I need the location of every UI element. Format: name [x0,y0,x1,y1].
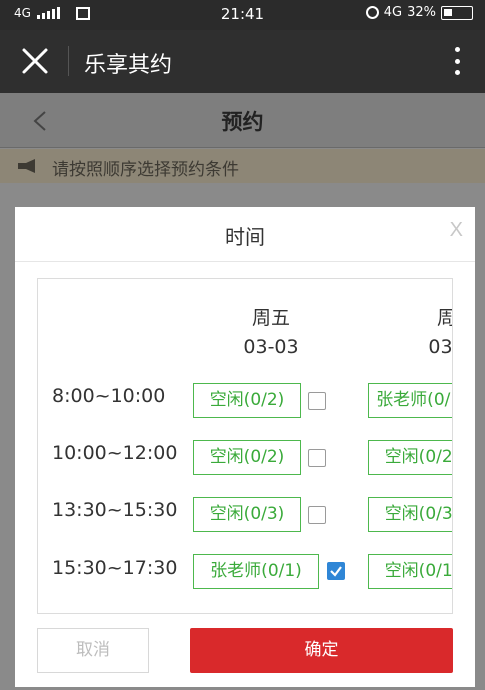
day-weekday: 周六 [406,304,452,333]
day-date: 03-03 [243,336,299,358]
slot-time: 8:00~10:00 [52,385,166,407]
page-title: 预约 [221,110,264,134]
slot-button[interactable]: 空闲(0/3) [368,497,452,532]
more-dot-icon [454,70,460,75]
more-dot-icon [454,47,460,52]
slot-button[interactable]: 空闲(0/2) [193,383,301,418]
notice-text: 请按照顺序选择预约条件 [52,160,239,180]
slot-time: 15:30~17:30 [52,557,178,579]
modal-close-button[interactable]: X [450,219,463,242]
time-picker-modal: 时间 X 周五 03-03 周六 03-04 8:00~10:00 空闲(0/2… [15,207,475,687]
alarm-icon [365,6,379,19]
slot-time: 10:00~12:00 [52,442,178,464]
slot-checkbox[interactable] [327,562,345,580]
more-menu-button[interactable] [443,42,471,80]
cancel-button[interactable]: 取消 [37,628,149,673]
app-header: 乐享其约 [0,30,485,93]
day-weekday: 周五 [251,307,290,329]
slot-time: 13:30~15:30 [52,499,178,521]
status-bar: 4G 21:41 4G 32% [0,0,485,30]
time-slot-table: 周五 03-03 周六 03-04 8:00~10:00 空闲(0/2) 张老师… [37,278,453,614]
right-network-label: 4G [383,5,403,20]
checkmark-icon [330,566,342,577]
slot-checkbox[interactable] [308,449,326,467]
confirm-button[interactable]: 确定 [190,628,453,673]
slot-checkbox[interactable] [308,506,326,524]
slot-button[interactable]: 空闲(0/1) [368,554,452,589]
slot-button[interactable]: 空闲(0/3) [193,497,301,532]
app-title: 乐享其约 [84,53,173,78]
status-right: 4G 32% [365,5,473,20]
battery-label: 32% [407,5,436,20]
slot-button[interactable]: 空闲(0/2) [368,440,452,475]
day-header: 周六 03-04 [406,304,453,362]
close-icon [22,48,48,74]
more-dot-icon [454,58,460,64]
slot-button[interactable]: 空闲(0/2) [193,440,301,475]
battery-icon [441,5,473,20]
notice-bar: 请按照顺序选择预约条件 [0,149,485,183]
slot-checkbox[interactable] [308,392,326,410]
close-app-button[interactable] [18,44,52,78]
modal-title: 时间 [225,225,265,249]
page-nav: 预约 [0,93,485,148]
day-header: 周五 03-03 [206,304,336,362]
modal-header: 时间 X [15,207,475,262]
header-divider [68,46,69,76]
slot-button[interactable]: 张老师(0/1) [193,554,319,589]
day-date: 03-04 [428,336,453,358]
megaphone-icon [18,159,35,173]
slot-button[interactable]: 张老师(0/1) [368,383,452,418]
